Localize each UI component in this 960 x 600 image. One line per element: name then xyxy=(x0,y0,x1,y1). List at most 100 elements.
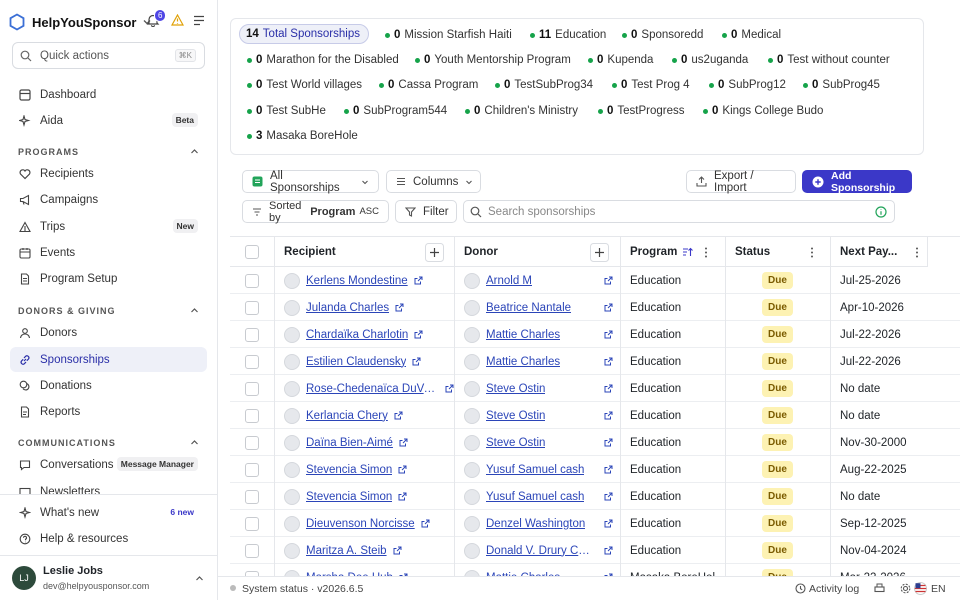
summary-chip[interactable]: 0 TestProgress xyxy=(598,105,685,117)
notifications-button[interactable]: 6 xyxy=(146,9,167,27)
summary-chip[interactable]: 3 Masaka BoreHole xyxy=(247,130,358,142)
row-checkbox[interactable] xyxy=(245,435,259,450)
summary-chip[interactable]: 0 Children's Ministry xyxy=(465,105,578,117)
row-checkbox[interactable] xyxy=(245,273,259,288)
external-link-icon[interactable] xyxy=(604,519,613,528)
column-header-donor[interactable]: Donor xyxy=(455,237,621,267)
select-all-checkbox[interactable] xyxy=(245,244,259,259)
summary-chip[interactable]: 0 Test SubHe xyxy=(247,105,326,117)
external-link-icon[interactable] xyxy=(399,438,408,447)
sidebar-item-reports[interactable]: Reports xyxy=(10,399,207,424)
brand[interactable]: HelpYouSponsor xyxy=(8,10,152,34)
column-menu-icon[interactable] xyxy=(704,247,708,258)
row-checkbox[interactable] xyxy=(245,516,259,531)
section-programs[interactable]: PROGRAMS xyxy=(18,147,198,157)
sidebar-item-recipients[interactable]: Recipients xyxy=(10,161,207,186)
sidebar-item-program-setup[interactable]: Program Setup xyxy=(10,266,207,291)
column-header-recipient[interactable]: Recipient xyxy=(275,237,455,267)
table-row[interactable]: Rose-Chedenaïca DuVergille Steve Ostin Edu… xyxy=(230,375,960,402)
external-link-icon[interactable] xyxy=(414,276,423,285)
recipient-link[interactable]: Daïna Bien-Aimé xyxy=(306,437,393,449)
section-communications[interactable]: COMMUNICATIONS xyxy=(18,438,198,448)
external-link-icon[interactable] xyxy=(394,411,403,420)
donor-link[interactable]: Mattie Charles xyxy=(486,356,560,368)
recipient-link[interactable]: Kerlancia Chery xyxy=(306,410,388,422)
language-label[interactable]: EN xyxy=(931,583,946,595)
sidebar-item-sponsorships[interactable]: Sponsorships xyxy=(10,347,207,372)
quick-actions-input[interactable]: Quick actions ⌘K xyxy=(12,42,205,69)
sort-ascending-icon[interactable] xyxy=(682,247,694,257)
row-checkbox[interactable] xyxy=(245,543,259,558)
external-link-icon[interactable] xyxy=(412,357,421,366)
recipient-link[interactable]: Rose-Chedenaïca DuVergille xyxy=(306,383,439,395)
external-link-icon[interactable] xyxy=(604,546,613,555)
column-menu-icon[interactable] xyxy=(915,247,919,258)
summary-chip[interactable]: 0 Sponsoredd xyxy=(622,29,703,41)
table-row[interactable]: Estilien Claudensky Mattie Charles Educati… xyxy=(230,348,960,375)
sidebar-item-events[interactable]: Events xyxy=(10,240,207,265)
sidebar-item-dashboard[interactable]: Dashboard xyxy=(10,82,207,107)
external-link-icon[interactable] xyxy=(604,411,613,420)
external-link-icon[interactable] xyxy=(604,330,613,339)
external-link-icon[interactable] xyxy=(604,492,613,501)
add-sponsorship-button[interactable]: Add Sponsorship xyxy=(802,170,912,194)
export-import-button[interactable]: Export / Import xyxy=(686,170,796,194)
summary-chip[interactable]: 0 Test Prog 4 xyxy=(612,79,690,91)
table-row[interactable]: Kerlens Mondestine Arnold M Education Due Ju… xyxy=(230,267,960,294)
summary-chip[interactable]: 0 SubProgram544 xyxy=(344,105,447,117)
printer-icon[interactable] xyxy=(874,583,885,594)
column-header-status[interactable]: Status xyxy=(726,237,831,267)
sidebar-item-aida[interactable]: Aida Beta xyxy=(10,108,207,133)
row-checkbox[interactable] xyxy=(245,354,259,369)
recipient-link[interactable]: Stevencia Simon xyxy=(306,464,392,476)
external-link-icon[interactable] xyxy=(604,276,613,285)
system-status[interactable]: System status · v2026.6.5 xyxy=(242,583,363,595)
chevron-up-icon[interactable] xyxy=(190,147,199,156)
column-header-program[interactable]: Program xyxy=(621,237,726,267)
summary-chip[interactable]: 11 Education xyxy=(530,29,606,41)
external-link-icon[interactable] xyxy=(398,465,407,474)
chevron-up-icon[interactable] xyxy=(190,438,199,447)
section-donors-giving[interactable]: DONORS & GIVING xyxy=(18,306,198,316)
recipient-link[interactable]: Maritza A. Steib xyxy=(306,545,387,557)
info-icon[interactable] xyxy=(875,206,887,218)
search-sponsorships[interactable] xyxy=(463,200,895,223)
column-header-next-payment[interactable]: Next Pay... xyxy=(831,237,928,267)
whats-new-link[interactable]: What's new 6 new xyxy=(10,500,207,525)
sidebar-item-conversations[interactable]: Conversations Message Manager xyxy=(10,452,207,477)
summary-chip[interactable]: 14 Total Sponsorships xyxy=(239,24,369,44)
external-link-icon[interactable] xyxy=(445,384,454,393)
external-link-icon[interactable] xyxy=(421,519,430,528)
chevron-up-icon[interactable] xyxy=(190,306,199,315)
external-link-icon[interactable] xyxy=(604,438,613,447)
row-checkbox[interactable] xyxy=(245,462,259,477)
external-link-icon[interactable] xyxy=(604,303,613,312)
summary-chip[interactable]: 0 Medical xyxy=(722,29,781,41)
summary-chip[interactable]: 0 Cassa Program xyxy=(379,79,478,91)
sidebar-item-donations[interactable]: Donations xyxy=(10,373,207,398)
user-menu[interactable]: LJ Leslie Jobs dev@helpyousponsor.com xyxy=(0,555,217,600)
summary-chip[interactable]: 0 Test without counter xyxy=(768,54,890,66)
donor-link[interactable]: Beatrice Nantale xyxy=(486,302,571,314)
table-row[interactable]: Kerlancia Chery Steve Ostin Education Due No… xyxy=(230,402,960,429)
summary-chip[interactable]: 0 Mission Starfish Haiti xyxy=(385,29,512,41)
filter-button[interactable]: Filter xyxy=(395,200,457,223)
recipient-link[interactable]: Chardaïka Charlotin xyxy=(306,329,408,341)
summary-chip[interactable]: 0 us2uganda xyxy=(672,54,748,66)
recipient-link[interactable]: Stevencia Simon xyxy=(306,491,392,503)
external-link-icon[interactable] xyxy=(604,384,613,393)
recipient-link[interactable]: Kerlens Mondestine xyxy=(306,275,408,287)
summary-chip[interactable]: 0 Kings College Budo xyxy=(703,105,823,117)
table-row[interactable]: Daïna Bien-Aimé Steve Ostin Education Due No… xyxy=(230,429,960,456)
donor-link[interactable]: Yusuf Samuel cash xyxy=(486,491,584,503)
row-checkbox[interactable] xyxy=(245,300,259,315)
summary-chip[interactable]: 0 SubProg12 xyxy=(709,79,786,91)
external-link-icon[interactable] xyxy=(398,492,407,501)
donor-link[interactable]: Steve Ostin xyxy=(486,383,545,395)
external-link-icon[interactable] xyxy=(395,303,404,312)
donor-link[interactable]: Donald V. Drury Cas... xyxy=(486,545,596,557)
help-link[interactable]: Help & resources xyxy=(10,526,207,551)
summary-chip[interactable]: 0 SubProg45 xyxy=(803,79,880,91)
sort-button[interactable]: Sorted by Program ASC xyxy=(242,200,389,224)
table-row[interactable]: Stevencia Simon Yusuf Samuel cash Educatio… xyxy=(230,456,960,483)
